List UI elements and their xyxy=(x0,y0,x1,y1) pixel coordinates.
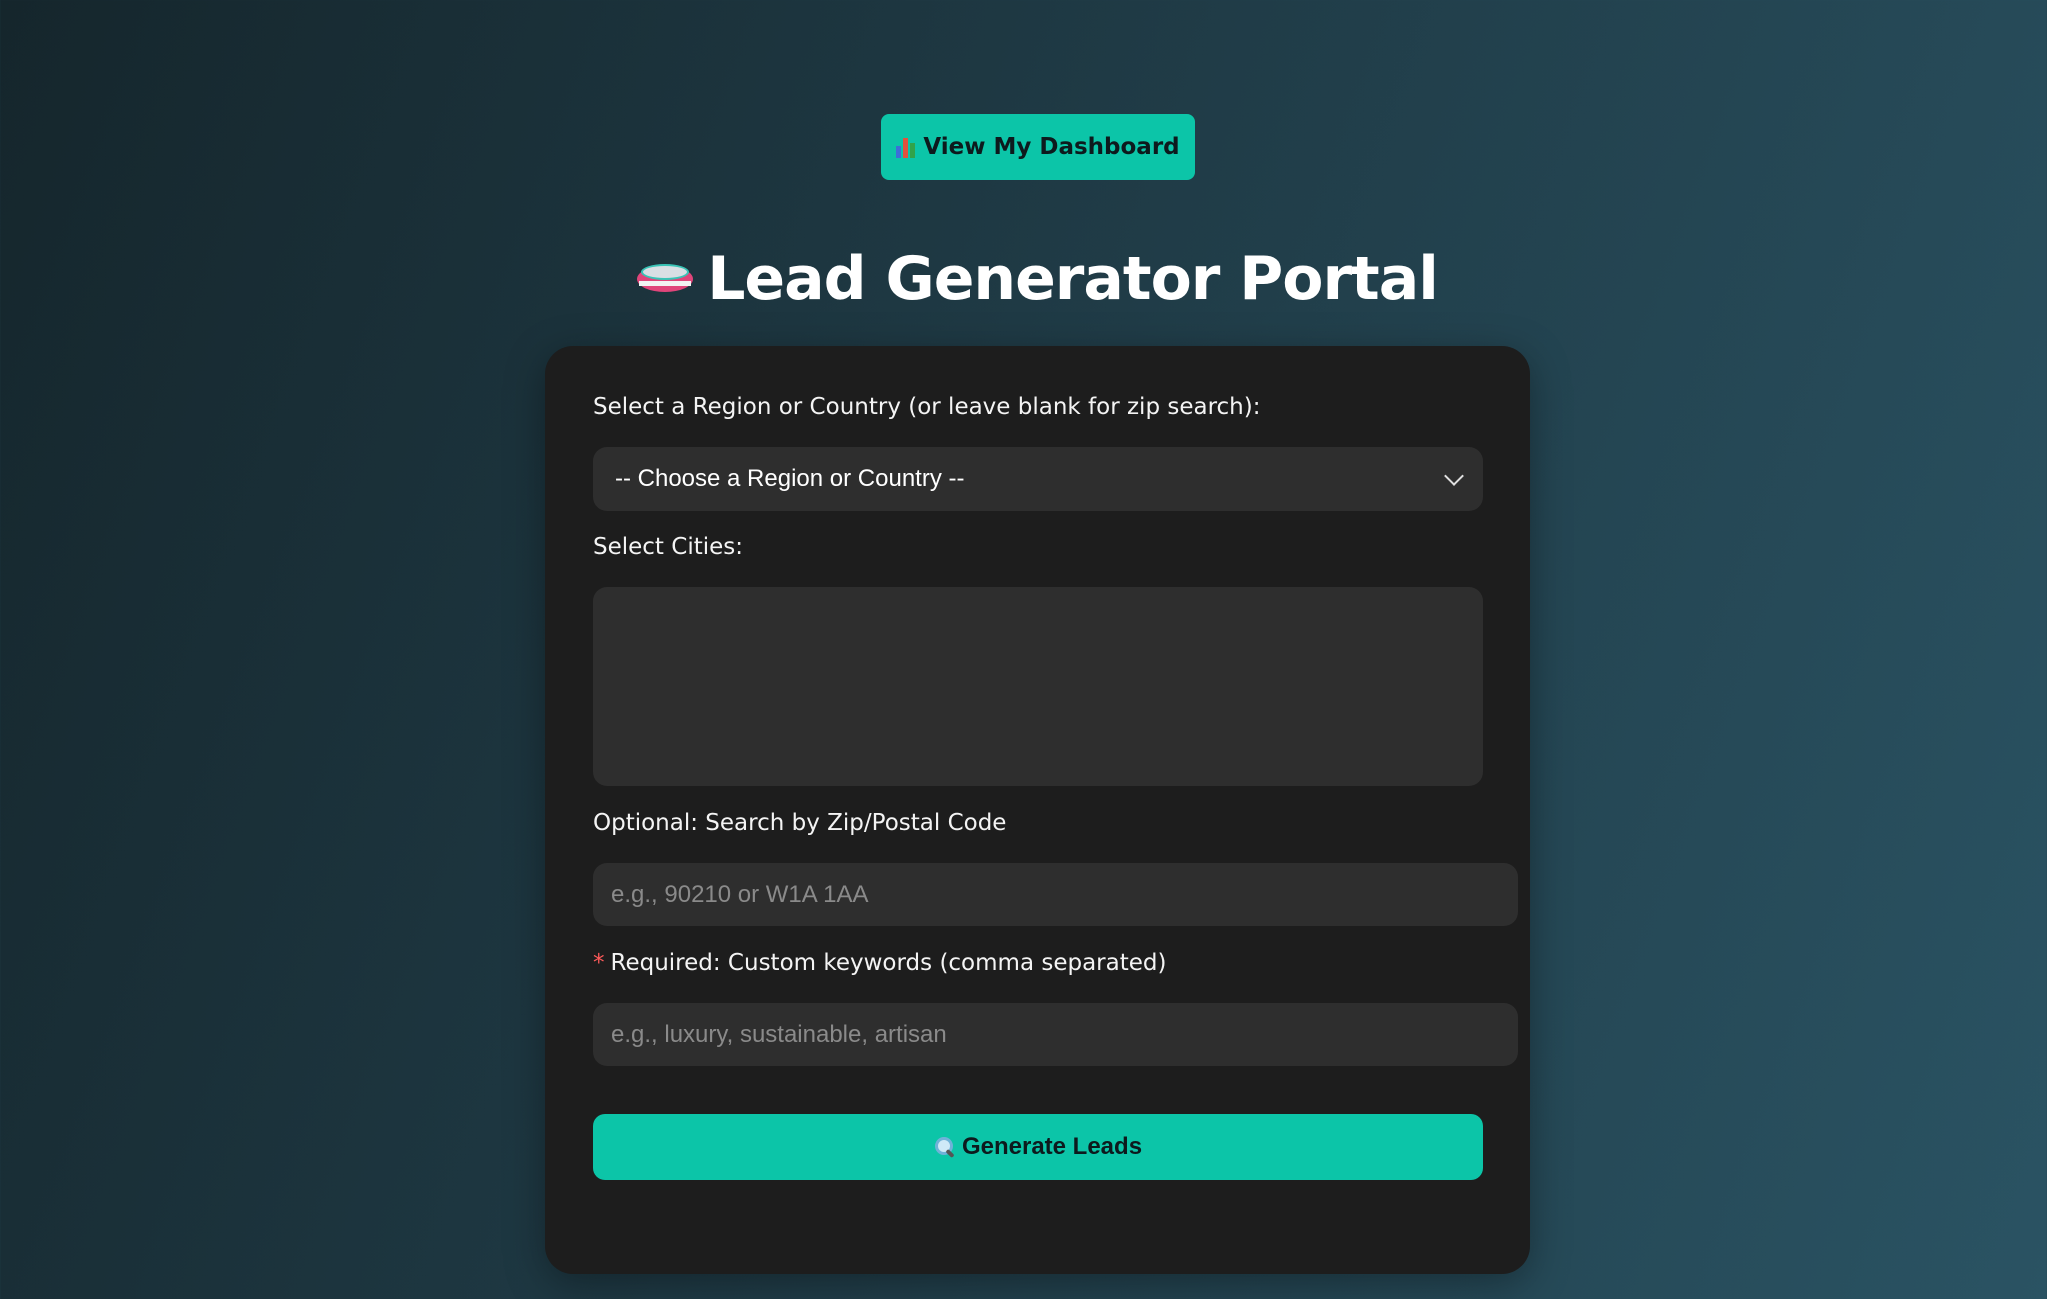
region-select[interactable]: -- Choose a Region or Country -- xyxy=(593,447,1483,511)
zip-input[interactable] xyxy=(593,863,1518,926)
cities-label: Select Cities: xyxy=(593,534,744,560)
region-select-value: -- Choose a Region or Country -- xyxy=(615,465,965,492)
cities-multiselect[interactable] xyxy=(593,587,1483,786)
lead-form-card: Select a Region or Country (or leave bla… xyxy=(545,346,1530,1274)
keywords-label: Required: Custom keywords (comma separat… xyxy=(610,950,1167,976)
keywords-label-row: * Required: Custom keywords (comma separa… xyxy=(593,950,1166,976)
region-label: Select a Region or Country (or leave bla… xyxy=(593,394,1261,420)
chevron-down-icon xyxy=(1444,466,1464,486)
keywords-input[interactable] xyxy=(593,1003,1518,1066)
magnifier-icon xyxy=(934,1136,956,1159)
zip-label: Optional: Search by Zip/Postal Code xyxy=(593,810,1007,836)
view-dashboard-button[interactable]: View My Dashboard xyxy=(881,114,1195,180)
page-title-text: Lead Generator Portal xyxy=(707,244,1439,314)
generate-leads-label: Generate Leads xyxy=(961,1133,1143,1160)
required-marker: * xyxy=(593,950,605,976)
view-dashboard-label: View My Dashboard xyxy=(923,134,1180,160)
disk-icon xyxy=(637,262,694,296)
generate-leads-button[interactable]: Generate Leads xyxy=(593,1114,1483,1180)
page-title: Lead Generator Portal xyxy=(0,244,2047,314)
bar-chart-icon xyxy=(896,136,916,158)
